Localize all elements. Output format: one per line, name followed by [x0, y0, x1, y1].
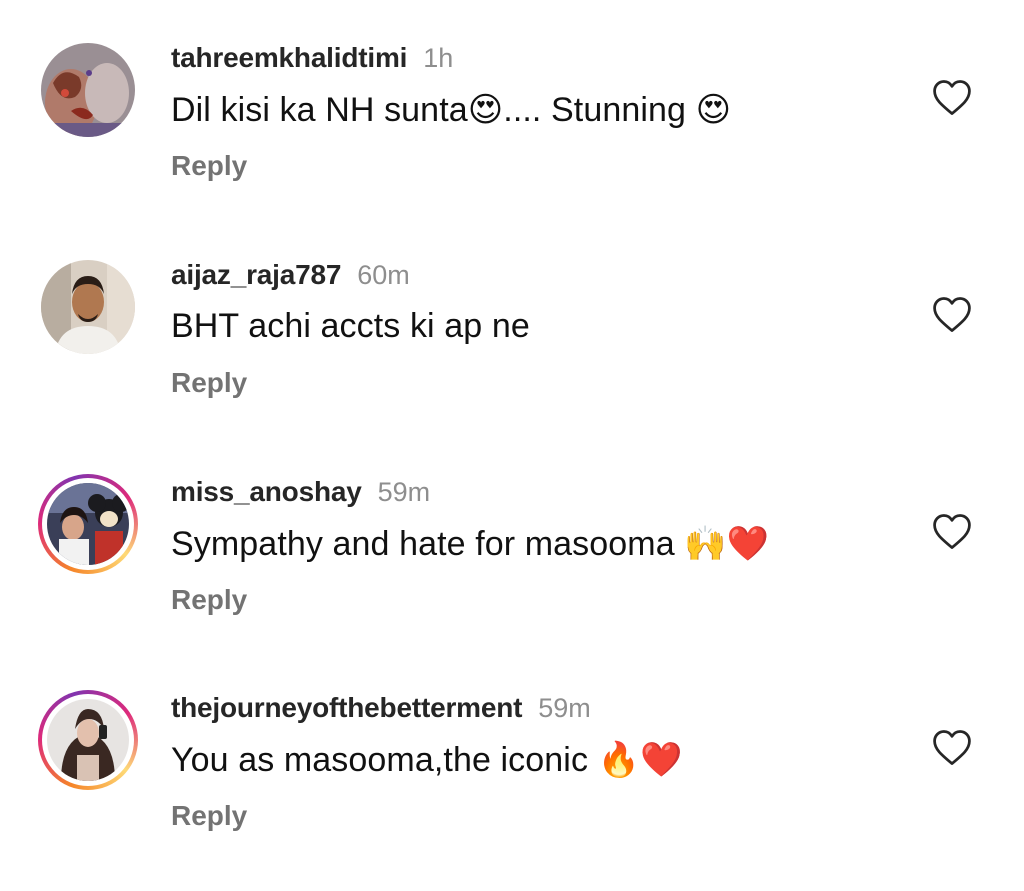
comment-text: You as masooma,the iconic 🔥❤️: [171, 741, 683, 779]
profile-photo: [47, 699, 129, 781]
heart-outline-icon[interactable]: [930, 726, 974, 770]
comment-timestamp: 60m: [357, 260, 410, 290]
comment-text: Sympathy and hate for masooma 🙌❤️: [171, 525, 770, 563]
comment-timestamp: 59m: [538, 693, 591, 723]
comment-item: tahreemkhalidtimi 1h Dil kisi ka NH sunt…: [0, 40, 1024, 240]
reply-button[interactable]: Reply: [171, 584, 247, 616]
avatar-ring-gap: [42, 694, 134, 786]
comment-meta: thejourneyofthebetterment 59m: [171, 692, 591, 726]
reply-button[interactable]: Reply: [171, 150, 247, 182]
profile-photo: [47, 483, 129, 565]
comment-username[interactable]: tahreemkhalidtimi: [171, 42, 407, 74]
heart-outline-icon[interactable]: [930, 510, 974, 554]
profile-photo: [41, 260, 135, 354]
avatar-story-ring[interactable]: [38, 690, 138, 790]
comment-username[interactable]: thejourneyofthebetterment: [171, 692, 522, 724]
reply-button[interactable]: Reply: [171, 367, 247, 399]
comment-meta: aijaz_raja787 60m: [171, 259, 410, 293]
reply-button[interactable]: Reply: [171, 800, 247, 832]
comment-username[interactable]: miss_anoshay: [171, 476, 362, 508]
comment-timestamp: 1h: [423, 43, 454, 73]
heart-outline-icon[interactable]: [930, 293, 974, 337]
comment-item: miss_anoshay 59m Sympathy and hate for m…: [0, 474, 1024, 674]
comment-item: aijaz_raja787 60m BHT achi accts ki ap n…: [0, 257, 1024, 457]
comment-username[interactable]: aijaz_raja787: [171, 259, 341, 291]
comment-text: BHT achi accts ki ap ne: [171, 307, 530, 345]
heart-outline-icon[interactable]: [930, 76, 974, 120]
comment-text: Dil kisi ka NH sunta😍.... Stunning 😍: [171, 91, 732, 129]
avatar-story-ring[interactable]: [38, 474, 138, 574]
avatar-ring-gap: [42, 478, 134, 570]
comment-item: thejourneyofthebetterment 59m You as mas…: [0, 690, 1024, 890]
comment-meta: miss_anoshay 59m: [171, 476, 430, 510]
comment-meta: tahreemkhalidtimi 1h: [171, 42, 453, 76]
avatar[interactable]: [38, 257, 138, 357]
comment-timestamp: 59m: [377, 477, 431, 507]
profile-photo: [41, 43, 135, 137]
avatar[interactable]: [38, 40, 138, 140]
